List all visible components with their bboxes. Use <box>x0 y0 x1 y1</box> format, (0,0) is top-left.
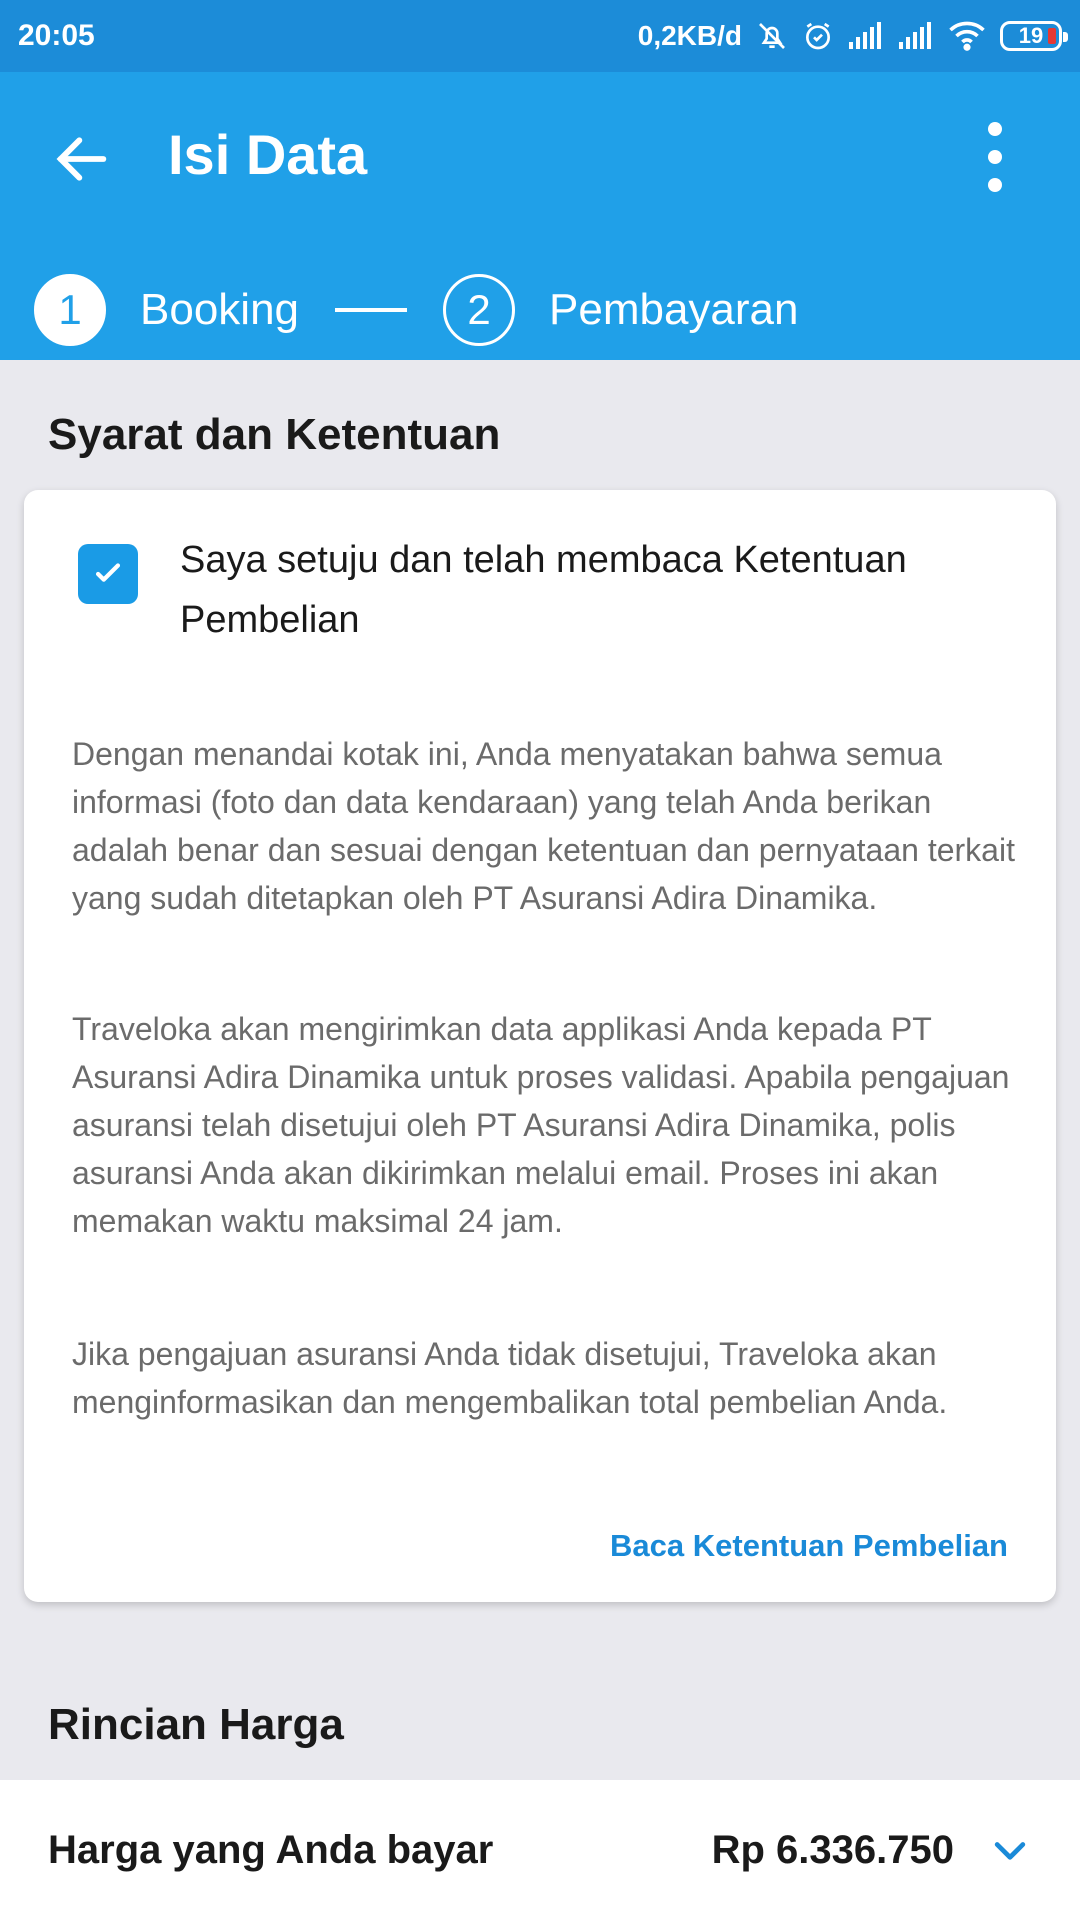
stepper: 1 Booking 2 Pembayaran <box>34 270 799 350</box>
step-connector <box>335 308 408 312</box>
price-row[interactable]: Harga yang Anda bayar Rp 6.336.750 <box>0 1780 1080 1920</box>
terms-paragraph-1: Dengan menandai kotak ini, Anda menyatak… <box>72 736 1015 916</box>
more-options-icon[interactable] <box>980 122 1010 192</box>
status-icons: 0,2KB/d 19 <box>637 20 1068 52</box>
status-bar: 20:05 0,2KB/d 19 <box>0 0 1080 72</box>
price-label: Harga yang Anda bayar <box>48 1827 494 1872</box>
app-bar: Isi Data 1 Booking 2 Pembayaran <box>0 72 1080 360</box>
network-speed: 0,2KB/d <box>637 20 742 51</box>
read-terms-link[interactable]: Baca Ketentuan Pembelian <box>610 1528 1008 1564</box>
battery-level: 19 <box>1018 23 1044 48</box>
price-value: Rp 6.336.750 <box>711 1827 954 1872</box>
price-section-title: Rincian Harga <box>48 1700 344 1749</box>
terms-paragraph-3: Jika pengajuan asuransi Anda tidak diset… <box>72 1336 948 1420</box>
chevron-down-icon[interactable] <box>988 1828 1032 1872</box>
terms-section-title: Syarat dan Ketentuan <box>48 410 501 459</box>
terms-card: Saya setuju dan telah membaca Ketentuan … <box>24 490 1056 1602</box>
battery-icon: 19 <box>1000 21 1068 51</box>
agree-label[interactable]: Saya setuju dan telah membaca Ketentuan … <box>180 530 1000 650</box>
status-time: 20:05 <box>18 19 95 52</box>
terms-paragraph-2: Traveloka akan mengirimkan data applikas… <box>72 1011 1010 1239</box>
agree-checkbox[interactable] <box>78 544 138 604</box>
bell-off-icon <box>759 23 785 49</box>
step-1-label: Booking <box>140 285 300 334</box>
alarm-icon <box>806 22 830 50</box>
signal-icon <box>899 22 931 49</box>
page-title: Isi Data <box>168 123 368 186</box>
signal-icon <box>849 22 881 49</box>
back-arrow-icon[interactable] <box>50 127 114 191</box>
wifi-icon <box>949 21 985 51</box>
check-icon <box>95 563 121 582</box>
step-1-indicator: 1 <box>34 274 106 346</box>
step-2-indicator: 2 <box>443 274 516 346</box>
step-2-label: Pembayaran <box>549 285 799 334</box>
